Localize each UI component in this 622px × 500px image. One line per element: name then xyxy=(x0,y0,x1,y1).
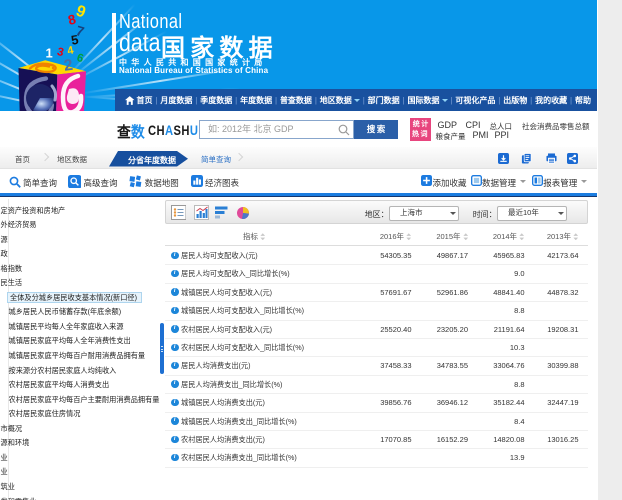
svg-text:2: 2 xyxy=(63,57,74,75)
svg-text:1: 1 xyxy=(46,46,53,61)
svg-text:9: 9 xyxy=(74,3,88,22)
svg-text:6: 6 xyxy=(75,52,84,65)
